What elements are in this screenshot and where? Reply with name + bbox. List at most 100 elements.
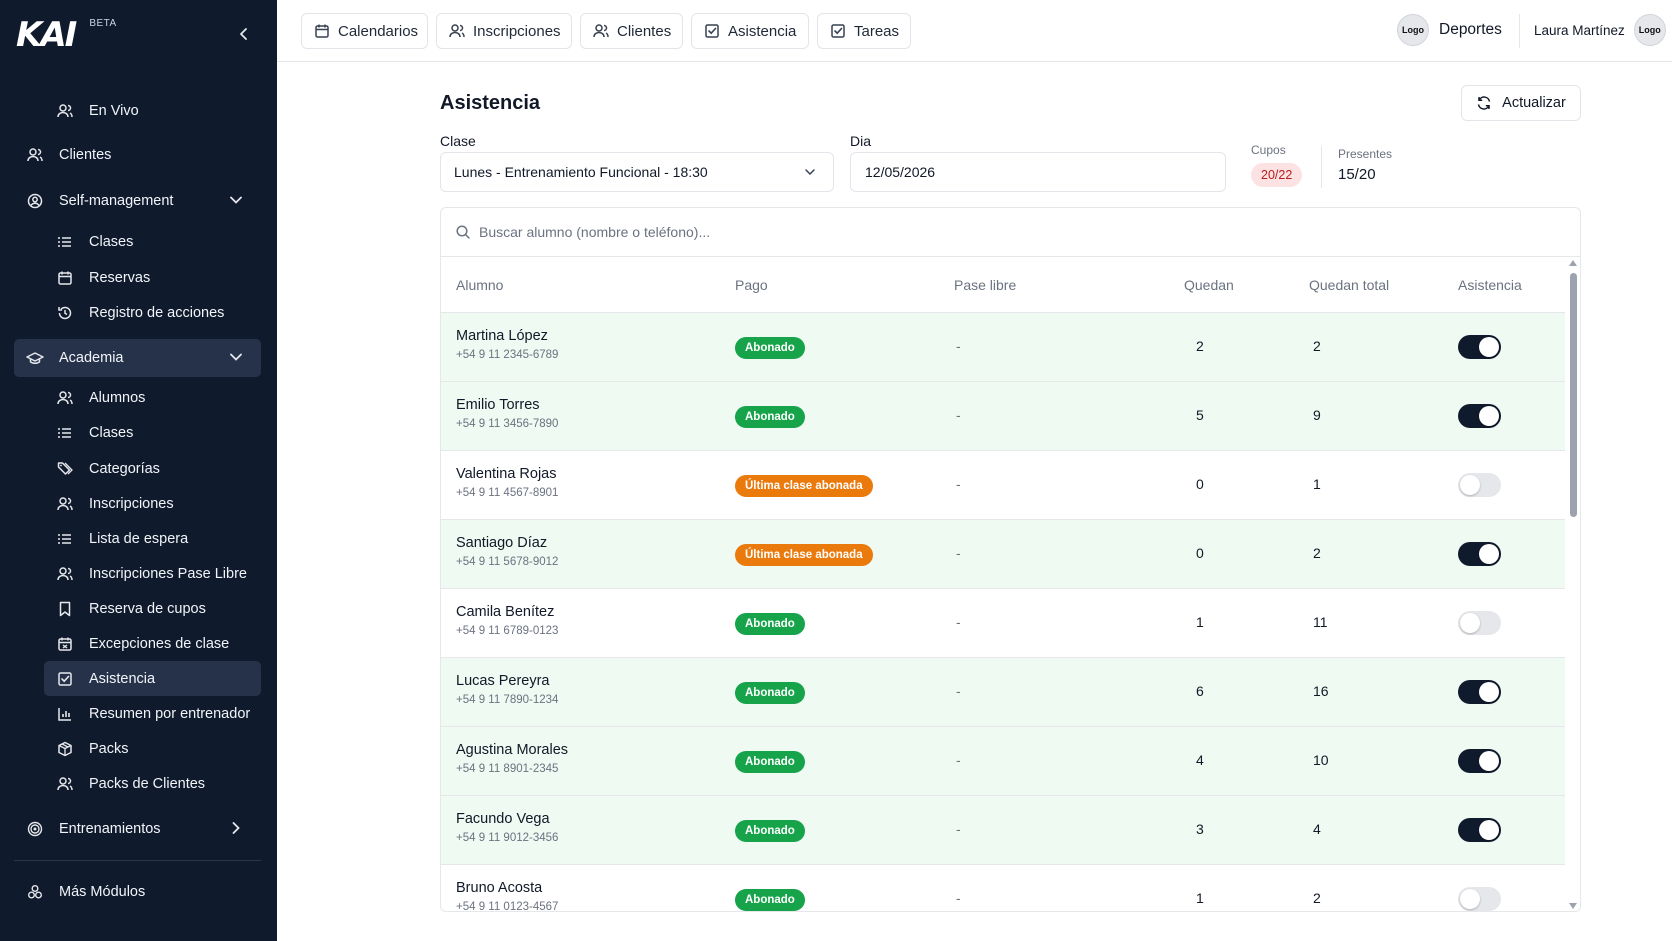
org-name: Deportes xyxy=(1439,21,1502,38)
sidebar: KAI BETA En Vivo Clientes Self-managemen… xyxy=(0,0,277,941)
beta-label: BETA xyxy=(89,18,117,29)
attendance-toggle[interactable] xyxy=(1458,680,1501,704)
attendance-toggle[interactable] xyxy=(1458,335,1501,359)
graduation-cap-icon xyxy=(26,349,44,367)
attendance-toggle[interactable] xyxy=(1458,404,1501,428)
attendance-toggle[interactable] xyxy=(1458,887,1501,911)
sidebar-item-label: Lista de espera xyxy=(89,531,189,547)
sidebar-item-label: Clases xyxy=(89,234,134,250)
sidebar-item-registro-de-acciones[interactable]: Registro de acciones xyxy=(56,296,262,330)
sidebar-item-asistencia[interactable]: Asistencia xyxy=(56,662,262,696)
attendance-toggle[interactable] xyxy=(1458,542,1501,566)
toggle-knob xyxy=(1479,544,1499,564)
users-icon xyxy=(56,495,74,513)
clase-value: Lunes - Entrenamiento Funcional - 18:30 xyxy=(454,164,708,180)
student-name: Lucas Pereyra xyxy=(456,673,550,689)
sidebar-item-reservas[interactable]: Reservas xyxy=(56,261,262,295)
bookmark-icon xyxy=(56,600,74,618)
topbar-separator xyxy=(1519,14,1520,48)
sidebar-item-excepciones-de-clase[interactable]: Excepciones de clase xyxy=(56,627,262,661)
sidebar-item-mas-modulos[interactable]: Más Módulos xyxy=(26,875,262,909)
attendance-toggle[interactable] xyxy=(1458,749,1501,773)
student-phone: +54 9 11 2345-6789 xyxy=(456,349,559,361)
brand: KAI BETA xyxy=(16,18,117,52)
sidebar-item-categorias[interactable]: Categorías xyxy=(56,452,262,486)
attendance-table: Alumno Pago Pase libre Quedan Quedan tot… xyxy=(440,207,1581,912)
calendar-icon xyxy=(56,269,74,287)
sidebar-item-clases-academia[interactable]: Clases xyxy=(56,416,262,450)
quedan-total-value: 11 xyxy=(1313,614,1328,630)
sidebar-item-alumnos[interactable]: Alumnos xyxy=(56,381,262,415)
sidebar-divider xyxy=(14,860,261,861)
scroll-down-icon[interactable] xyxy=(1569,903,1577,911)
topbar: Calendarios Inscripciones Clientes Asist… xyxy=(277,0,1672,62)
search-input[interactable] xyxy=(479,224,1379,240)
sidebar-item-inscripciones[interactable]: Inscripciones xyxy=(56,487,262,521)
attendance-toggle[interactable] xyxy=(1458,818,1501,842)
sidebar-item-self-management[interactable]: Self-management xyxy=(26,184,262,218)
calendar-x-icon xyxy=(56,635,74,653)
brand-logo: KAI xyxy=(16,15,77,55)
user-avatar: Logo xyxy=(1633,14,1666,46)
student-name: Bruno Acosta xyxy=(456,880,543,896)
quedan-total-value: 10 xyxy=(1313,752,1329,768)
sidebar-item-packs-de-clientes[interactable]: Packs de Clientes xyxy=(56,767,262,801)
pase-libre-value: - xyxy=(956,683,961,699)
sidebar-item-lista-de-espera[interactable]: Lista de espera xyxy=(56,522,262,556)
sidebar-item-label: Categorías xyxy=(89,461,160,477)
sidebar-item-en-vivo[interactable]: En Vivo xyxy=(56,94,262,128)
check-square-icon xyxy=(830,23,846,39)
table-scrollbar[interactable] xyxy=(1566,257,1580,911)
pase-libre-value: - xyxy=(956,752,961,768)
student-name: Agustina Morales xyxy=(456,742,569,758)
sidebar-item-packs[interactable]: Packs xyxy=(56,732,262,766)
users-icon xyxy=(593,23,609,39)
presentes-value: 15/20 xyxy=(1338,166,1376,183)
sidebar-item-inscripciones-pase-libre[interactable]: Inscripciones Pase Libre xyxy=(56,557,262,591)
student-phone: +54 9 11 4567-8901 xyxy=(456,487,559,499)
student-name: Santiago Díaz xyxy=(456,535,548,551)
sidebar-item-clientes[interactable]: Clientes xyxy=(26,138,262,172)
attendance-toggle[interactable] xyxy=(1458,473,1501,497)
payment-status-badge: Última clase abonada xyxy=(735,475,873,497)
sidebar-item-resumen-por-entrenador[interactable]: Resumen por entrenador xyxy=(56,697,262,731)
payment-status-badge: Abonado xyxy=(735,820,805,842)
tab-clientes[interactable]: Clientes xyxy=(580,13,683,49)
tab-tareas[interactable]: Tareas xyxy=(817,13,911,49)
sidebar-item-academia[interactable]: Academia xyxy=(26,341,262,375)
user-name: Laura Martínez xyxy=(1534,22,1625,38)
toggle-knob xyxy=(1479,682,1499,702)
sidebar-item-label: Inscripciones xyxy=(89,496,174,512)
user-menu[interactable]: Laura Martínez Logo xyxy=(1534,14,1666,46)
quedan-value: 1 xyxy=(1196,614,1204,630)
pase-libre-value: - xyxy=(956,545,961,561)
scroll-up-icon[interactable] xyxy=(1569,260,1577,268)
tab-calendarios[interactable]: Calendarios xyxy=(301,13,428,49)
cupos-badge: 20/22 xyxy=(1251,163,1303,187)
sidebar-item-reserva-de-cupos[interactable]: Reserva de cupos xyxy=(56,592,262,626)
target-icon xyxy=(26,820,44,838)
pase-libre-value: - xyxy=(956,821,961,837)
refresh-button[interactable]: Actualizar xyxy=(1461,85,1581,121)
sidebar-item-clases[interactable]: Clases xyxy=(56,225,262,259)
toggle-knob xyxy=(1479,820,1499,840)
calendar-icon xyxy=(314,23,330,39)
table-row: Santiago Díaz +54 9 11 5678-9012 Última cl… xyxy=(441,520,1565,589)
attendance-toggle[interactable] xyxy=(1458,611,1501,635)
quedan-value: 0 xyxy=(1196,476,1204,492)
dia-input[interactable]: 12/05/2026 xyxy=(850,152,1226,192)
clase-select[interactable]: Lunes - Entrenamiento Funcional - 18:30 xyxy=(440,152,834,192)
check-square-icon xyxy=(56,670,74,688)
table-row: Camila Benítez +54 9 11 6789-0123 Abonado -… xyxy=(441,589,1565,658)
scroll-thumb[interactable] xyxy=(1570,273,1577,517)
tab-inscripciones[interactable]: Inscripciones xyxy=(436,13,572,49)
tab-asistencia[interactable]: Asistencia xyxy=(691,13,809,49)
sidebar-item-label: Resumen por entrenador xyxy=(89,706,251,722)
sidebar-item-label: Entrenamientos xyxy=(59,821,161,837)
table-row: Agustina Morales +54 9 11 8901-2345 Abonad… xyxy=(441,727,1565,796)
collapse-sidebar-button[interactable] xyxy=(234,24,254,44)
org-switcher[interactable]: Logo Deportes xyxy=(1397,14,1502,46)
sidebar-item-label: En Vivo xyxy=(89,103,139,119)
tab-label: Clientes xyxy=(617,22,672,40)
sidebar-item-entrenamientos[interactable]: Entrenamientos xyxy=(26,812,262,846)
